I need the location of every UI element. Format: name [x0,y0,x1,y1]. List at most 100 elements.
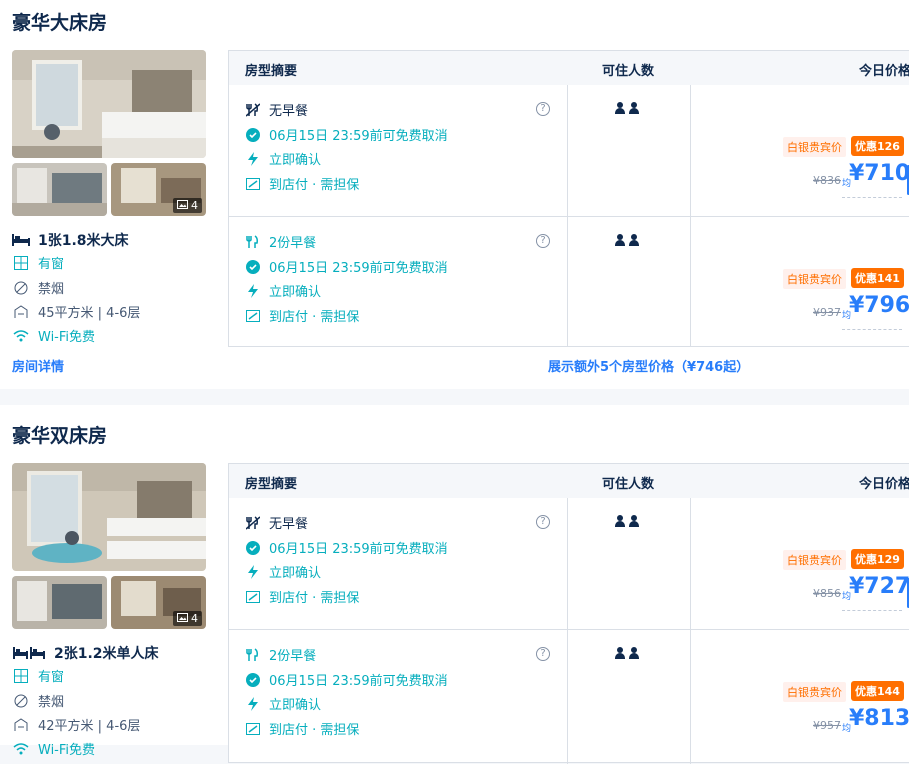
size-floor-info: 42平方米 | 4-6层 [12,715,140,734]
show-more-rates-link[interactable]: 展示额外5个房型价格（¥746起） [548,356,749,375]
current-price: ¥796 [849,293,909,318]
cancel-policy: 06月15日 23:59前可免费取消 [245,125,448,144]
check-circle-icon [245,127,261,143]
pay-at-hotel-icon [245,176,261,192]
room-details-link[interactable]: 房间详情 [12,356,64,375]
image-icon [177,199,188,212]
window-info: 有窗 [12,253,64,272]
room-photo-main[interactable] [12,50,206,158]
confirm-policy: 立即确认 [245,694,321,713]
meal-info: 2份早餐 [245,232,316,251]
meal-info: 2份早餐 [245,645,316,664]
wifi-info: Wi-Fi免费 [12,326,95,345]
person-icon [629,515,639,527]
meal-icon [245,234,261,250]
room-photo-thumb[interactable]: 4 [111,576,206,629]
original-price: ¥856 [813,587,841,600]
area-icon [12,304,30,320]
header-summary: 房型摘要 [245,477,298,492]
help-icon[interactable]: ? [536,234,550,248]
discount-badge: 优惠144 [851,681,904,701]
room-section-2: 豪华双床房 4 2张1.2米单人床 有窗 禁烟 42平方米 | 4-6层 Wi-… [0,405,909,764]
member-price-tag: 白银贵宾价 [783,682,846,702]
help-icon[interactable]: ? [536,102,550,116]
header-summary: 房型摘要 [245,64,298,79]
size-floor-info: 45平方米 | 4-6层 [12,302,140,321]
rate-row: 2份早餐 ? 06月15日 23:59前可免费取消 立即确认 到店付 · 需担保… [229,216,909,347]
person-icon [615,234,625,246]
person-icon [615,102,625,114]
original-price: ¥957 [813,719,841,732]
bed-info: 2张1.2米单人床 [12,643,159,663]
current-price: ¥710 [849,161,909,186]
wifi-info: Wi-Fi免费 [12,739,95,758]
area-icon [12,717,30,733]
original-price: ¥836 [813,174,841,187]
payment-policy: 到店付 · 需担保 [245,174,359,193]
wifi-icon [12,328,30,344]
image-icon [177,612,188,625]
room-photo-thumb[interactable] [12,163,107,216]
header-price: 今日价格 [859,477,909,492]
pay-at-hotel-icon [245,589,261,605]
lightning-icon [245,696,261,712]
smoking-info: 禁烟 [12,278,64,297]
guest-count [615,102,639,114]
confirm-policy: 立即确认 [245,149,321,168]
window-info: 有窗 [12,666,64,685]
cancel-policy: 06月15日 23:59前可免费取消 [245,670,448,689]
room-photo-thumb[interactable]: 4 [111,163,206,216]
smoking-info: 禁烟 [12,691,64,710]
payment-policy: 到店付 · 需担保 [245,306,359,325]
bed-info: 1张1.8米大床 [12,230,129,250]
pay-at-hotel-icon [245,308,261,324]
pay-at-hotel-icon [245,721,261,737]
photo-count-badge: 4 [173,611,202,626]
room-photo-main[interactable] [12,463,206,571]
check-circle-icon [245,672,261,688]
check-circle-icon [245,540,261,556]
window-icon [12,668,30,684]
no-meal-icon [245,102,261,118]
photo-count-badge: 4 [173,198,202,213]
payment-policy: 到店付 · 需担保 [245,719,359,738]
member-price-tag: 白银贵宾价 [783,137,846,157]
guest-count [615,515,639,527]
discount-badge: 优惠129 [851,549,904,569]
guest-count [615,234,639,246]
twin-bed-icon [12,645,46,661]
member-price-tag: 白银贵宾价 [783,550,846,570]
person-icon [629,234,639,246]
lightning-icon [245,283,261,299]
person-icon [615,515,625,527]
person-icon [629,647,639,659]
meal-icon [245,647,261,663]
room-title: 豪华大床房 [12,12,108,34]
rate-row: 无早餐 ? 06月15日 23:59前可免费取消 立即确认 到店付 · 需担保 … [229,85,909,216]
help-icon[interactable]: ? [536,515,550,529]
discount-badge: 优惠141 [851,268,904,288]
bed-icon [12,232,30,248]
no-smoking-icon [12,693,30,709]
rate-table: 房型摘要 可住人数 今日价格 无早餐 ? 06月15日 23:59前可免费取消 … [228,463,909,764]
window-icon [12,255,30,271]
original-price: ¥937 [813,306,841,319]
cancel-policy: 06月15日 23:59前可免费取消 [245,257,448,276]
person-icon [615,647,625,659]
person-icon [629,102,639,114]
no-meal-icon [245,515,261,531]
room-title: 豪华双床房 [12,425,108,447]
current-price: ¥727 [849,574,909,599]
rate-row: 无早餐 ? 06月15日 23:59前可免费取消 立即确认 到店付 · 需担保 … [229,498,909,629]
lightning-icon [245,151,261,167]
rate-table-header: 房型摘要 可住人数 今日价格 [229,464,909,498]
help-icon[interactable]: ? [536,647,550,661]
no-smoking-icon [12,280,30,296]
rate-table: 房型摘要 可住人数 今日价格 无早餐 ? 06月15日 23:59前可免费取消 … [228,50,909,347]
rate-table-header: 房型摘要 可住人数 今日价格 [229,51,909,85]
meal-info: 无早餐 [245,513,308,532]
room-photo-thumb[interactable] [12,576,107,629]
confirm-policy: 立即确认 [245,281,321,300]
header-price: 今日价格 [859,64,909,79]
payment-policy: 到店付 · 需担保 [245,587,359,606]
